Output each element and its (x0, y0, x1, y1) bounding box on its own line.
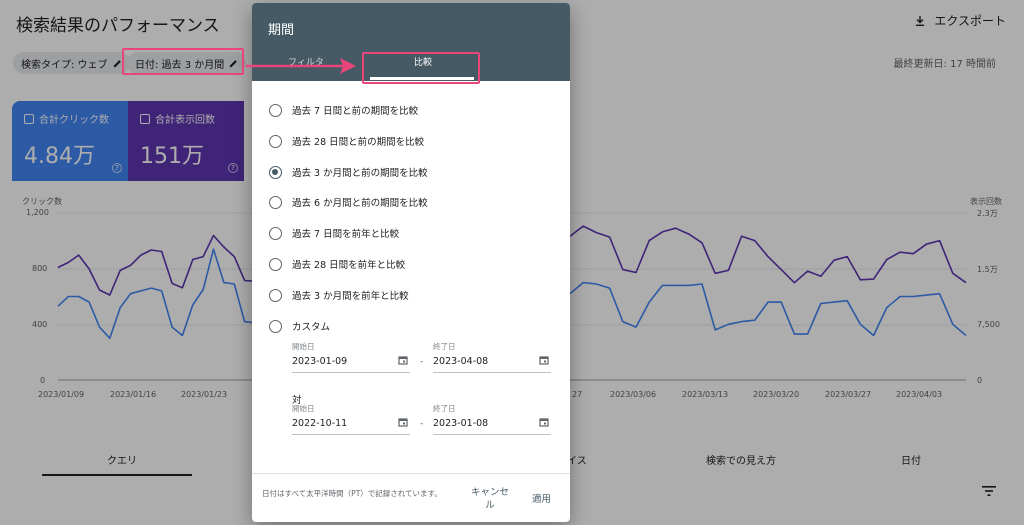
arrow-annotation (246, 58, 356, 74)
